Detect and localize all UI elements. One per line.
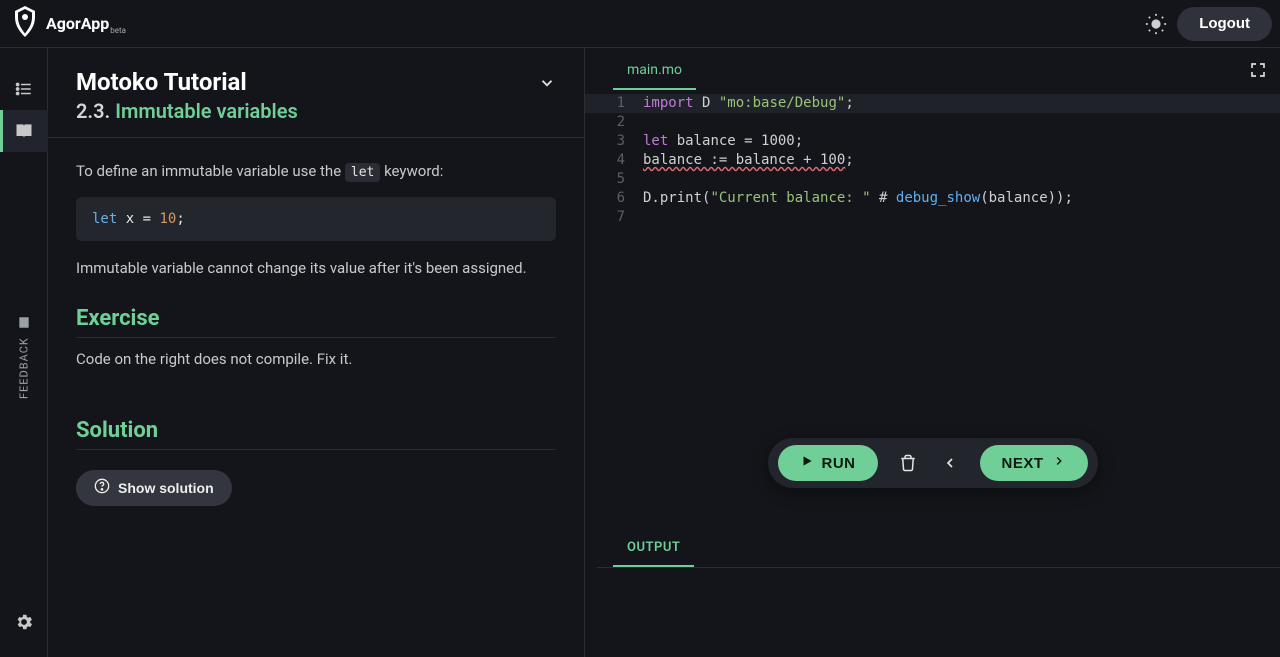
code-line: 2: [585, 113, 1280, 132]
show-solution-button[interactable]: Show solution: [76, 470, 232, 506]
solution-heading: Solution: [76, 418, 556, 450]
desc-post: keyword:: [380, 162, 443, 180]
line-number: 3: [585, 132, 643, 151]
code-content: let balance = 1000;: [643, 132, 803, 151]
output-tabstrip: OUTPUT: [597, 530, 1280, 568]
feedback-icon: [17, 315, 31, 332]
fullscreen-icon[interactable]: [1250, 62, 1266, 82]
snippet-tail: ;: [176, 211, 184, 227]
inline-code-let: let: [345, 163, 380, 182]
rail-item-lesson[interactable]: [0, 110, 48, 152]
code-line: 4balance := balance + 100;: [585, 151, 1280, 170]
lesson-subtitle: 2.3. Immutable variables: [76, 99, 298, 123]
lesson-section-name: Immutable variables: [115, 99, 298, 123]
logout-button[interactable]: Logout: [1177, 7, 1272, 41]
brightness-icon[interactable]: [1145, 13, 1167, 35]
chevron-right-icon: [1052, 454, 1066, 472]
line-number: 6: [585, 189, 643, 208]
rail-item-settings[interactable]: [0, 601, 48, 643]
trash-icon[interactable]: [895, 454, 919, 472]
run-button[interactable]: RUN: [777, 445, 877, 481]
desc-pre: To define an immutable variable use the: [76, 162, 345, 180]
brand: AgorAppbeta: [12, 5, 126, 43]
lesson-description: To define an immutable variable use the …: [76, 160, 556, 183]
code-editor[interactable]: 1import D "mo:base/Debug";23let balance …: [585, 90, 1280, 227]
next-button[interactable]: NEXT: [979, 445, 1087, 481]
top-bar: AgorAppbeta Logout: [0, 0, 1280, 48]
brand-logo-icon: [12, 5, 38, 43]
snippet-kw: let: [92, 211, 117, 227]
line-number: 7: [585, 208, 643, 227]
left-rail: FEEDBACK: [0, 48, 48, 657]
line-number: 4: [585, 151, 643, 170]
run-label: RUN: [821, 455, 855, 472]
feedback-text: FEEDBACK: [17, 337, 30, 399]
exercise-body: Code on the right does not compile. Fix …: [76, 348, 556, 371]
code-snippet: let x = 10;: [76, 197, 556, 241]
help-icon: [94, 478, 110, 497]
brand-beta: beta: [110, 26, 126, 35]
lesson-para2: Immutable variable cannot change its val…: [76, 257, 556, 280]
lesson-title: Motoko Tutorial: [76, 68, 298, 97]
exercise-heading: Exercise: [76, 306, 556, 338]
line-number: 1: [585, 94, 643, 113]
play-icon: [799, 454, 813, 472]
lesson-body: To define an immutable variable use the …: [48, 138, 584, 657]
code-line: 3let balance = 1000;: [585, 132, 1280, 151]
code-line: 1import D "mo:base/Debug";: [585, 94, 1280, 113]
code-content: balance := balance + 100;: [643, 151, 854, 170]
code-content: import D "mo:base/Debug";: [643, 94, 854, 113]
code-line: 5: [585, 170, 1280, 189]
chevron-down-icon[interactable]: [538, 74, 556, 96]
editor-tab-main[interactable]: main.mo: [613, 52, 696, 90]
snippet-rest: x =: [117, 211, 159, 227]
line-number: 2: [585, 113, 643, 132]
editor-tabbar: main.mo: [585, 48, 1280, 90]
editor-pane: main.mo 1import D "mo:base/Debug";23let …: [585, 48, 1280, 657]
lesson-section-number: 2.3.: [76, 99, 110, 123]
rail-item-outline[interactable]: [0, 68, 48, 110]
feedback-label[interactable]: FEEDBACK: [15, 317, 32, 399]
run-bar: RUN NEXT: [767, 438, 1097, 488]
lesson-header: Motoko Tutorial 2.3. Immutable variables: [48, 48, 584, 138]
lesson-pane: Motoko Tutorial 2.3. Immutable variables…: [48, 48, 585, 657]
brand-name: AgorApp: [46, 14, 109, 33]
snippet-num: 10: [159, 211, 176, 227]
next-label: NEXT: [1001, 455, 1043, 472]
code-line: 6D.print("Current balance: " # debug_sho…: [585, 189, 1280, 208]
show-solution-label: Show solution: [118, 480, 214, 496]
topbar-right: Logout: [1145, 7, 1272, 41]
code-line: 7: [585, 208, 1280, 227]
code-content: D.print("Current balance: " # debug_show…: [643, 189, 1073, 208]
line-number: 5: [585, 170, 643, 189]
output-tab[interactable]: OUTPUT: [613, 530, 694, 567]
prev-icon[interactable]: [937, 455, 961, 471]
